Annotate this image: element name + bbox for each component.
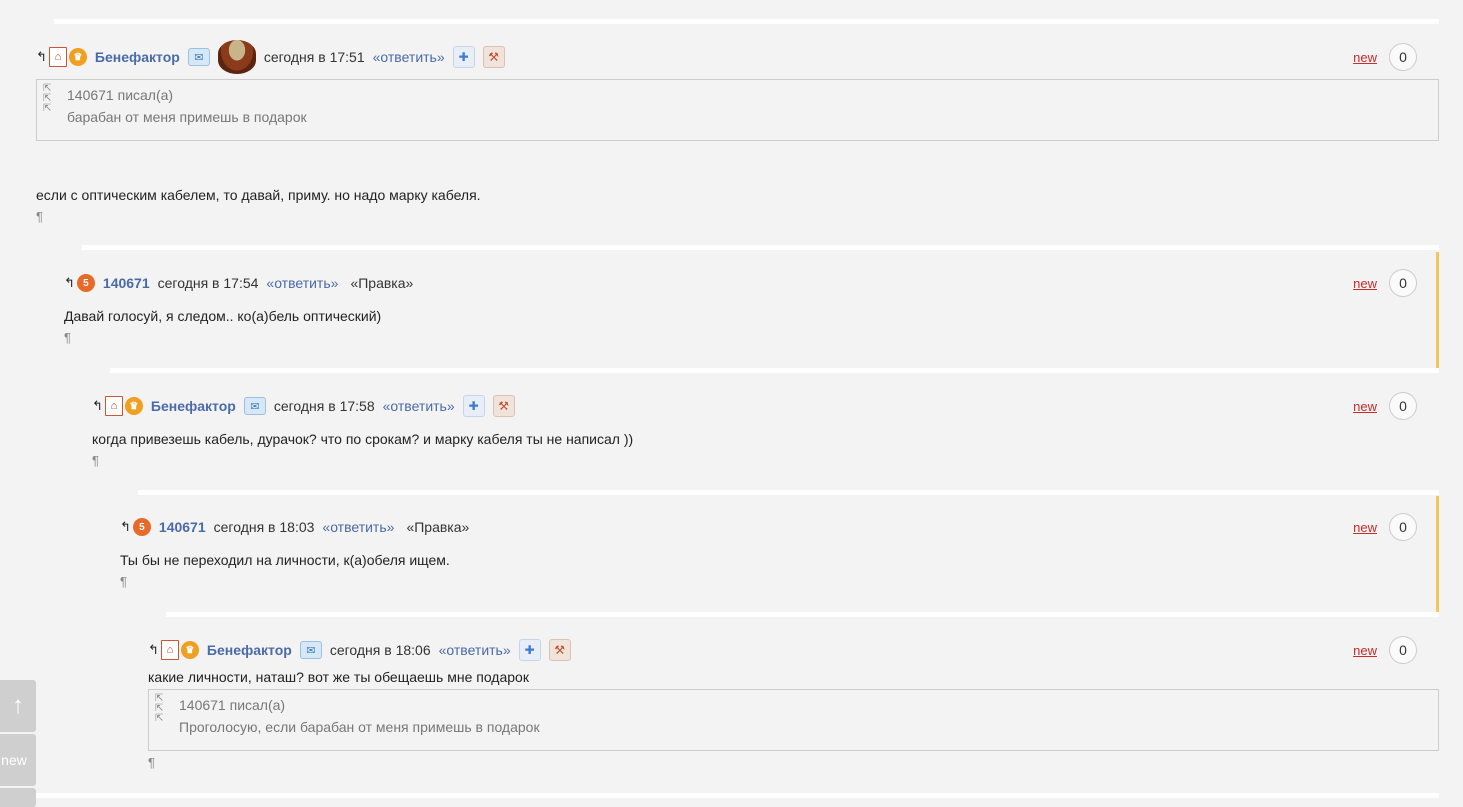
next-new-label: new <box>1 752 27 768</box>
comment-rating: new 0 <box>1353 268 1417 298</box>
username-link[interactable]: Бенефактор <box>95 49 180 65</box>
username-link[interactable]: 140671 <box>103 275 150 291</box>
vote-count-button[interactable]: 0 <box>1389 636 1417 664</box>
hammer-icon[interactable]: ⚒ <box>492 395 515 417</box>
comment-text: какие личности, наташ? вот же ты обещаеш… <box>148 669 529 685</box>
separator <box>0 793 1439 798</box>
rank-badge-icon: ♛ <box>68 48 87 66</box>
home-icon: ⌂ <box>104 396 123 416</box>
parent-link-icon[interactable]: ↰ <box>64 275 75 291</box>
pilcrow: ¶ <box>36 209 43 224</box>
comment-rating: new 0 <box>1353 42 1417 72</box>
comment-text: Ты бы не переходил на личности, к(а)обел… <box>120 552 450 568</box>
quote-block: ⇱ ⇱ ⇱ 140671 писал(а) Проголосую, если бар… <box>148 689 1439 751</box>
comment-text: Давай голосуй, я следом.. ко(а)бель опти… <box>64 308 382 324</box>
pilcrow: ¶ <box>148 755 155 770</box>
arrow-up-icon: ↑ <box>12 692 24 719</box>
username-link[interactable]: Бенефактор <box>151 398 236 414</box>
rank-badge-icon: ♛ <box>124 397 143 415</box>
scroll-down-button[interactable] <box>0 788 36 807</box>
rank-badge-icon: ♛ <box>180 641 199 659</box>
comment-header: ↰ ⌂ ♛ Бенефактор ✉ сегодня в 18:06 «отве… <box>148 635 1439 665</box>
comment-3: ↰ ⌂ ♛ Бенефактор ✉ сегодня в 17:58 «отве… <box>92 391 1439 468</box>
comment-text: когда привезешь кабель, дурачок? что по … <box>92 431 634 447</box>
pilcrow: ¶ <box>120 574 127 589</box>
pilcrow: ¶ <box>92 453 99 468</box>
comment-rating: new 0 <box>1353 391 1417 421</box>
separator <box>82 245 1439 250</box>
parent-link-icon[interactable]: ↰ <box>120 519 131 535</box>
hammer-icon[interactable]: ⚒ <box>482 46 505 68</box>
quote-text: барабан от меня примешь в подарок <box>67 109 307 125</box>
quote-author: 140671 писал(а) <box>67 87 174 103</box>
comment-header: ↰ ⌂ ♛ Бенефактор ✉ сегодня в 17:51 «отве… <box>36 40 1439 74</box>
comment-2: ↰ 5 140671 сегодня в 17:54 «ответить» «П… <box>64 268 1439 345</box>
comment-date: сегодня в 17:51 <box>263 49 365 65</box>
gift-icon[interactable]: ✚ <box>452 46 475 68</box>
quote-author: 140671 писал(а) <box>179 697 286 713</box>
new-link[interactable]: new <box>1353 276 1377 291</box>
quote-icon: ⇱ ⇱ ⇱ <box>43 83 52 114</box>
separator <box>110 368 1439 373</box>
drum-gift-icon <box>217 40 256 74</box>
reply-link[interactable]: «ответить» <box>383 398 455 414</box>
vote-count-button[interactable]: 0 <box>1389 513 1417 541</box>
mail-icon[interactable]: ✉ <box>243 397 266 415</box>
username-link[interactable]: Бенефактор <box>207 642 292 658</box>
new-link[interactable]: new <box>1353 520 1377 535</box>
mail-icon[interactable]: ✉ <box>187 48 210 66</box>
comment-rating: new 0 <box>1353 635 1417 665</box>
comment-date: сегодня в 18:06 <box>329 642 431 658</box>
parent-link-icon[interactable]: ↰ <box>92 398 103 414</box>
comment-text: если с оптическим кабелем, то давай, при… <box>36 187 481 203</box>
rank-badge-icon: 5 <box>132 518 151 536</box>
comment-1: ↰ ⌂ ♛ Бенефактор ✉ сегодня в 17:51 «отве… <box>36 40 1439 224</box>
edit-link[interactable]: «Правка» <box>406 519 469 535</box>
comment-4: ↰ 5 140671 сегодня в 18:03 «ответить» «П… <box>120 512 1439 589</box>
gift-icon[interactable]: ✚ <box>462 395 485 417</box>
quote-block: ⇱ ⇱ ⇱ 140671 писал(а) барабан от меня прим… <box>36 79 1439 141</box>
comment-date: сегодня в 17:54 <box>157 275 259 291</box>
edit-link[interactable]: «Правка» <box>350 275 413 291</box>
mail-icon[interactable]: ✉ <box>299 641 322 659</box>
username-link[interactable]: 140671 <box>159 519 206 535</box>
home-icon: ⌂ <box>160 640 179 660</box>
pilcrow: ¶ <box>64 330 71 345</box>
vote-count-button[interactable]: 0 <box>1389 269 1417 297</box>
home-icon: ⌂ <box>48 47 67 67</box>
comment-header: ↰ 5 140671 сегодня в 18:03 «ответить» «П… <box>120 512 1439 542</box>
separator <box>166 612 1439 617</box>
gift-icon[interactable]: ✚ <box>518 639 541 661</box>
comment-header: ↰ 5 140671 сегодня в 17:54 «ответить» «П… <box>64 268 1439 298</box>
scroll-up-button[interactable]: ↑ <box>0 680 36 732</box>
rank-badge-icon: 5 <box>76 274 95 292</box>
comment-date: сегодня в 17:58 <box>273 398 375 414</box>
separator <box>138 490 1439 495</box>
next-new-button[interactable]: new <box>0 734 36 786</box>
reply-link[interactable]: «ответить» <box>439 642 511 658</box>
vote-count-button[interactable]: 0 <box>1389 392 1417 420</box>
new-link[interactable]: new <box>1353 50 1377 65</box>
parent-link-icon[interactable]: ↰ <box>36 49 47 65</box>
new-link[interactable]: new <box>1353 399 1377 414</box>
parent-link-icon[interactable]: ↰ <box>148 642 159 658</box>
comment-date: сегодня в 18:03 <box>213 519 315 535</box>
quote-icon: ⇱ ⇱ ⇱ <box>155 693 164 724</box>
comment-rating: new 0 <box>1353 512 1417 542</box>
separator <box>54 19 1439 24</box>
reply-link[interactable]: «ответить» <box>266 275 338 291</box>
reply-link[interactable]: «ответить» <box>322 519 394 535</box>
new-link[interactable]: new <box>1353 643 1377 658</box>
vote-count-button[interactable]: 0 <box>1389 43 1417 71</box>
comment-header: ↰ ⌂ ♛ Бенефактор ✉ сегодня в 17:58 «отве… <box>92 391 1439 421</box>
hammer-icon[interactable]: ⚒ <box>548 639 571 661</box>
comment-5: ↰ ⌂ ♛ Бенефактор ✉ сегодня в 18:06 «отве… <box>148 635 1439 770</box>
reply-link[interactable]: «ответить» <box>373 49 445 65</box>
quote-text: Проголосую, если барабан от меня примешь… <box>179 719 540 735</box>
